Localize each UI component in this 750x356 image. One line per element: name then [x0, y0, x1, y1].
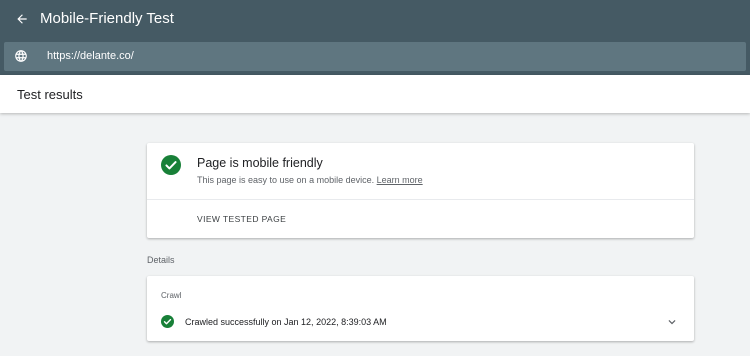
view-tested-page-button[interactable]: VIEW TESTED PAGE — [197, 213, 286, 225]
app-title: Mobile-Friendly Test — [40, 10, 174, 27]
crawl-label: Crawl — [161, 291, 182, 300]
check-circle-icon — [161, 315, 174, 328]
back-button[interactable] — [10, 7, 34, 31]
summary-card: Page is mobile friendly This page is eas… — [147, 143, 694, 238]
app-bar-top: Mobile-Friendly Test — [0, 0, 750, 40]
check-circle-icon — [161, 155, 181, 175]
url-text: https://delante.co/ — [47, 50, 134, 62]
arrow-back-icon — [17, 14, 27, 24]
card-divider — [147, 199, 694, 200]
summary-description: This page is easy to use on a mobile dev… — [197, 174, 423, 186]
learn-more-link[interactable]: Learn more — [377, 175, 423, 185]
results-header: Test results — [0, 75, 750, 113]
details-label: Details — [147, 255, 175, 265]
globe-icon — [15, 50, 27, 62]
results-title: Test results — [17, 87, 83, 102]
crawl-card[interactable]: Crawl Crawled successfully on Jan 12, 20… — [147, 276, 694, 341]
summary-heading: Page is mobile friendly — [197, 156, 323, 170]
crawl-status-text: Crawled successfully on Jan 12, 2022, 8:… — [185, 317, 387, 327]
chevron-down-icon[interactable] — [665, 315, 679, 329]
app-bar: Mobile-Friendly Test https://delante.co/ — [0, 0, 750, 75]
summary-description-text: This page is easy to use on a mobile dev… — [197, 175, 375, 185]
url-bar[interactable]: https://delante.co/ — [4, 42, 746, 71]
